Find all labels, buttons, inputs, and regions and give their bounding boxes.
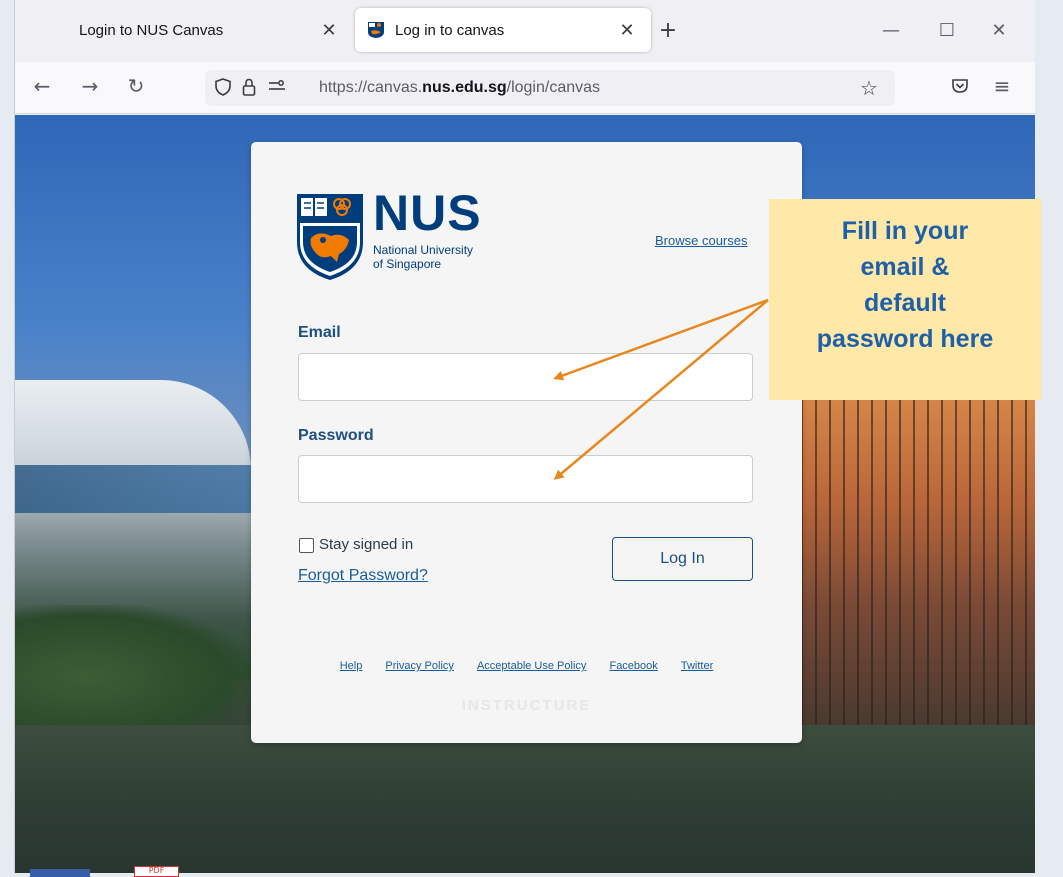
close-tab-icon[interactable]: ✕ [315,20,343,41]
logo-subtitle-line2: of Singapore [373,257,442,271]
close-window-icon[interactable]: ✕ [989,20,1009,41]
logo-subtitle-line1: National University [373,243,474,257]
footer-links: Help Privacy Policy Acceptable Use Polic… [251,660,802,672]
instructure-logo: INSTRUCTURE [461,697,592,714]
nus-crest-icon [297,194,363,280]
browse-courses-link[interactable]: Browse courses [655,233,747,248]
email-field[interactable] [298,353,753,401]
annotation-callout: Fill in your email & default password he… [769,199,1041,400]
close-tab-icon[interactable]: ✕ [613,20,641,41]
footer-link-twitter[interactable]: Twitter [681,660,713,672]
url-scheme: https://canvas. [319,79,423,96]
background-trees [15,605,251,725]
stay-signed-in-label[interactable]: Stay signed in [319,536,413,553]
url-domain: nus.edu.sg [422,79,507,96]
browser-window: Login to NUS Canvas ✕ Log in to canvas ✕… [14,0,1035,873]
login-card: NUS National University of Singapore Bro… [251,142,802,743]
reload-icon[interactable]: ↻ [123,74,149,98]
annotation-line-1: Fill in your [841,217,969,245]
pocket-icon[interactable] [947,75,973,99]
forward-arrow-icon[interactable]: → [77,74,103,98]
permissions-icon[interactable] [267,78,287,99]
url-bar[interactable]: https://canvas.nus.edu.sg/login/canvas ☆ [205,70,895,106]
tab-log-in-to-canvas[interactable]: Log in to canvas ✕ [355,8,651,52]
navigation-bar: ← → ↻ https://canvas.nus.edu.sg/login/ca… [15,62,1035,114]
footer-link-facebook[interactable]: Facebook [609,660,657,672]
forgot-password-link[interactable]: Forgot Password? [298,567,428,585]
url-path: /login/canvas [506,79,601,96]
tab-label: Login to NUS Canvas [79,21,224,39]
taskbar-item [30,869,90,877]
footer-link-acceptable-use-policy[interactable]: Acceptable Use Policy [477,660,586,672]
tab-strip: Login to NUS Canvas ✕ Log in to canvas ✕… [15,0,1035,62]
new-tab-button[interactable]: + [656,18,680,43]
nus-favicon-icon [368,22,384,38]
footer-link-help[interactable]: Help [340,660,363,672]
shield-icon[interactable] [213,78,233,101]
stay-signed-in-checkbox[interactable] [299,538,314,553]
password-field[interactable] [298,455,753,503]
logo-subtitle: National University of Singapore [373,243,473,271]
background-lawn [15,725,1035,873]
annotation-line-4: password here [816,325,994,353]
tab-login-to-nus-canvas[interactable]: Login to NUS Canvas ✕ [63,8,353,52]
background-building-left-windows [15,465,251,513]
url-text[interactable]: https://canvas.nus.edu.sg/login/canvas [319,79,600,97]
annotation-line-3: default [864,289,946,317]
maximize-icon[interactable]: ☐ [937,20,957,41]
taskbar-pdf-item: PDF [134,866,179,877]
menu-icon[interactable]: ≡ [989,74,1015,98]
password-label: Password [298,427,374,444]
tab-label: Log in to canvas [395,21,505,39]
back-arrow-icon[interactable]: ← [29,74,55,98]
email-label: Email [298,324,341,341]
logo-title: NUS [373,185,482,241]
lock-icon[interactable] [239,78,259,101]
footer-link-privacy-policy[interactable]: Privacy Policy [385,660,453,672]
background-building-right-windows [801,385,1035,725]
annotation-line-2: email & [860,253,950,281]
nus-logo: NUS National University of Singapore [297,185,497,284]
log-in-button[interactable]: Log In [612,537,753,581]
minimize-icon[interactable]: — [881,20,901,41]
bookmark-star-icon[interactable]: ☆ [860,76,878,100]
